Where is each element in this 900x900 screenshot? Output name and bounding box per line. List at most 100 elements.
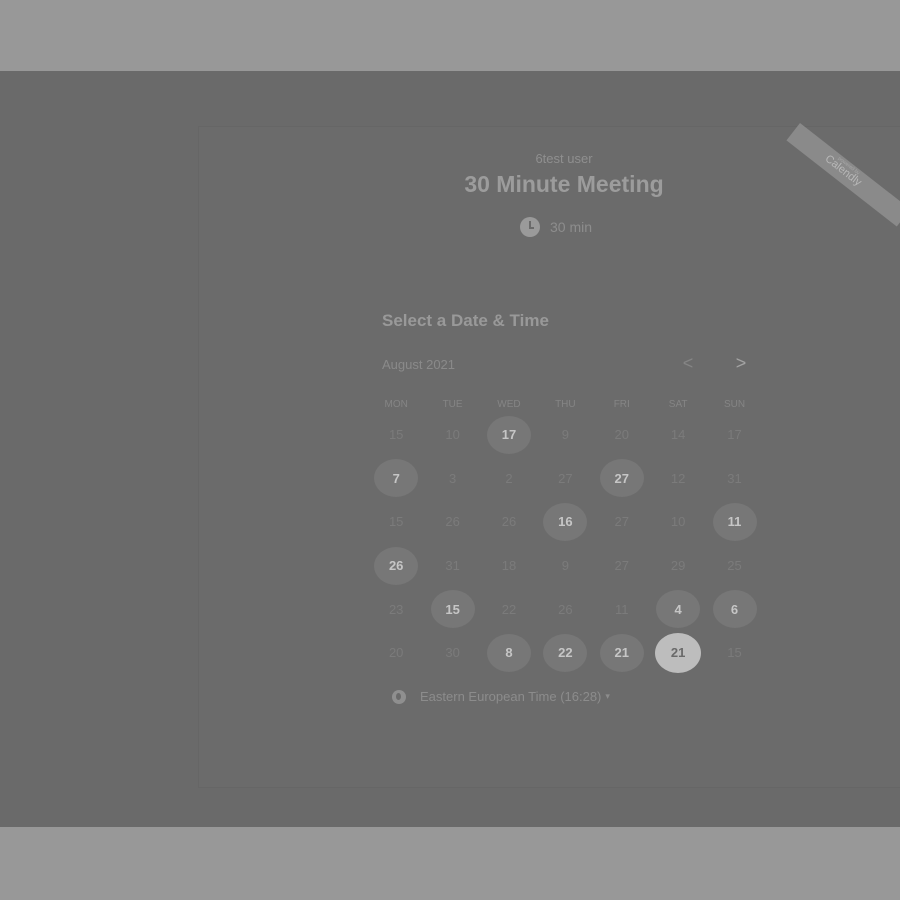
calendar-cell: 17 — [706, 413, 762, 457]
clock-icon — [520, 217, 540, 237]
calendar-day: 12 — [670, 470, 686, 486]
calendar-day: 27 — [614, 514, 629, 530]
calendar-cell: 6 — [706, 587, 762, 631]
calendar-cell: 31 — [424, 544, 480, 588]
calendar-cell: 10 — [424, 413, 480, 457]
weekday-label: WED — [497, 399, 521, 410]
calendar-day-available[interactable]: 15 — [430, 590, 475, 629]
calendar-cell: 25 — [706, 544, 762, 588]
calendar-cell: 27 — [594, 544, 650, 588]
calendar-cell: 17 — [481, 413, 537, 457]
calendar-day-available[interactable]: 17 — [486, 415, 531, 454]
timezone-selector[interactable]: Eastern European Time (16:28) ▾ — [392, 689, 610, 704]
calendar-day: 15 — [388, 514, 404, 530]
calendar-day: 2 — [505, 470, 513, 486]
calendar-cell: 4 — [650, 587, 706, 631]
top-letterbox — [0, 0, 900, 71]
calendar-cell: 26 — [481, 500, 537, 544]
calendar-cell: 15 — [368, 413, 424, 457]
calendar-cell: 11 — [594, 587, 650, 631]
weekday-label: SAT — [668, 399, 688, 410]
weekday-label: THU — [555, 399, 576, 410]
calendar-day: 23 — [388, 601, 404, 617]
calendar-cell: 22 — [481, 587, 537, 631]
calendar-cell: 27 — [537, 457, 593, 501]
calendar-day: 26 — [558, 601, 573, 617]
calendar-cell: 20 — [368, 631, 424, 675]
calendar-cell: 20 — [594, 413, 650, 457]
calendar-day-available[interactable]: 22 — [543, 633, 588, 672]
calendar-day: 27 — [614, 558, 629, 574]
booking-screen: powered by Calendly 6test user 30 Minute… — [0, 71, 900, 827]
calendar-day-available[interactable]: 16 — [543, 502, 588, 541]
calendar-day: 20 — [388, 645, 404, 661]
calendar-cell: 12 — [650, 457, 706, 501]
calendar-day: 31 — [727, 470, 742, 486]
calendar-cell: 26 — [537, 587, 593, 631]
calendar-day: 30 — [445, 645, 460, 661]
bottom-letterbox — [0, 827, 900, 900]
calendar-cell: 15 — [424, 587, 480, 631]
calendar-cell: 18 — [481, 544, 537, 588]
calendar-cell: 31 — [706, 457, 762, 501]
timezone-label: Eastern European Time (16:28) — [420, 689, 602, 704]
calendar-day: 25 — [727, 558, 742, 574]
calendar-day: 18 — [501, 558, 517, 574]
calendar-cell: 15 — [368, 500, 424, 544]
calendar-cell: 15 — [706, 631, 762, 675]
event-duration: 30 min — [520, 217, 592, 237]
weekday-label: SUN — [723, 399, 746, 410]
calendar-cell: 11 — [706, 500, 762, 544]
section-title: Select a Date & Time — [382, 311, 549, 330]
calendar-day: 15 — [727, 645, 742, 661]
calendar-cell: 3 — [424, 457, 480, 501]
calendar-day-selected[interactable]: 21 — [655, 632, 702, 673]
calendar-cell: 9 — [537, 544, 593, 588]
calendar-cell: 27 — [594, 457, 650, 501]
calendar-day: 3 — [448, 470, 457, 486]
calendar-day: 17 — [727, 427, 742, 443]
calendar-day-available[interactable]: 4 — [656, 590, 701, 629]
calendar-day-available[interactable]: 6 — [712, 590, 757, 629]
calendar-cell: 2 — [481, 457, 537, 501]
month-label: August 2021 — [382, 357, 456, 372]
calendar-cell: 26 — [424, 500, 480, 544]
calendar-cell: 27 — [594, 500, 650, 544]
next-month-button[interactable]: > — [731, 353, 751, 374]
calendar-cell: 23 — [368, 587, 424, 631]
calendar-cell: 10 — [650, 500, 706, 544]
calendar-day: 22 — [501, 601, 517, 617]
prev-month-button[interactable]: < — [678, 353, 698, 374]
calendar-cell: 14 — [650, 413, 706, 457]
duration-label: 30 min — [550, 219, 593, 235]
calendar-day: 14 — [670, 427, 686, 443]
chevron-down-icon: ▾ — [605, 691, 610, 701]
calendar-day: 9 — [561, 558, 569, 574]
calendar-day: 29 — [670, 558, 686, 574]
calendar-day-available[interactable]: 21 — [599, 633, 644, 672]
calendar-day: 10 — [670, 514, 686, 530]
calendar-day: 15 — [388, 427, 404, 443]
calendar-day-available[interactable]: 11 — [712, 502, 757, 541]
calendar-day-available[interactable]: 27 — [599, 459, 644, 498]
calendar-cell: 26 — [368, 544, 424, 588]
calendar-day: 26 — [501, 514, 517, 530]
calendar-cell: 29 — [650, 544, 706, 588]
calendar-day: 9 — [561, 427, 569, 443]
calendar-day: 26 — [445, 514, 460, 530]
calendar-day-available[interactable]: 26 — [374, 546, 419, 585]
weekday-label: TUE — [442, 399, 463, 410]
weekday-label: MON — [384, 399, 408, 410]
calendar-cell: 22 — [537, 631, 593, 675]
calendar-day-available[interactable]: 7 — [374, 459, 419, 498]
calendar-cell: 16 — [537, 500, 593, 544]
weekday-header: MON TUE WED THU FRI SAT SUN — [368, 399, 763, 410]
calendar-cell: 21 — [650, 631, 706, 675]
calendar-cell: 21 — [594, 631, 650, 675]
calendar-cell: 7 — [368, 457, 424, 501]
calendar-day: 27 — [558, 470, 573, 486]
globe-icon — [392, 689, 406, 704]
calendar-cell: 30 — [424, 631, 480, 675]
calendar-cell: 8 — [481, 631, 537, 675]
calendar-day-available[interactable]: 8 — [486, 633, 531, 672]
